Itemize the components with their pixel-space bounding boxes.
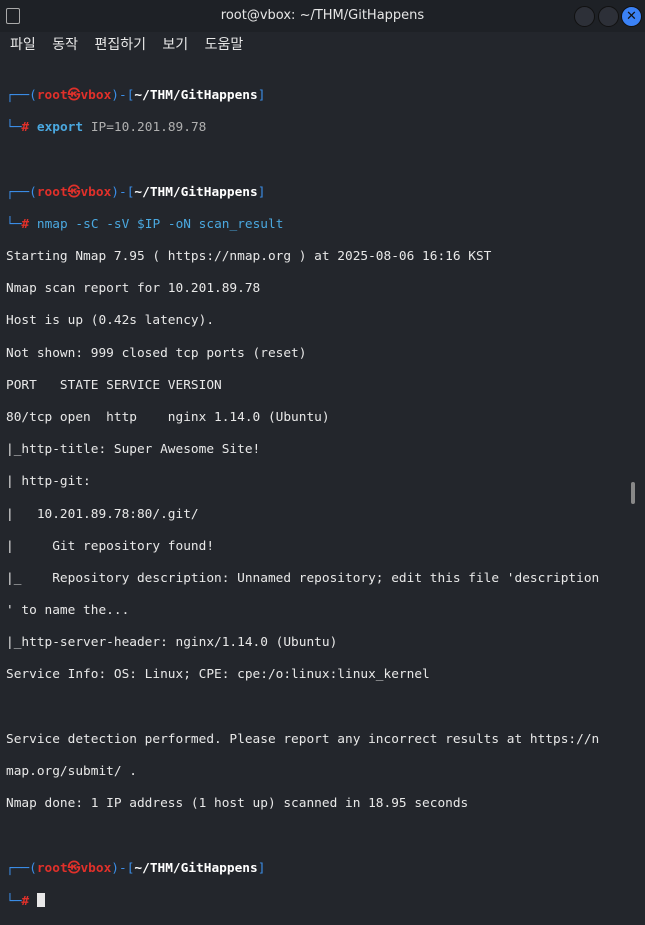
input-line[interactable]: └─# [6, 892, 631, 909]
output-line: | http-git: [6, 474, 99, 490]
output-line: Starting Nmap 7.95 ( https://nmap.org ) … [6, 249, 492, 265]
terminal-output[interactable]: ┌──(root㉿vbox)-[~/THM/GitHappens] └─# ex… [6, 72, 631, 925]
window-title: root@vbox: ~/THM/GitHappens [220, 8, 425, 23]
prompt-line: ┌──(root㉿vbox)-[~/THM/GitHappens] [6, 184, 266, 200]
output-line: Service Info: OS: Linux; CPE: cpe:/o:lin… [6, 667, 430, 683]
output-line: | Git repository found! [6, 538, 215, 554]
output-line: map.org/submit/ . [6, 764, 137, 780]
output-line: Nmap scan report for 10.201.89.78 [6, 281, 261, 297]
cursor [36, 892, 45, 907]
menu-edit[interactable]: 편집하기 [94, 37, 146, 53]
output-line: PORT STATE SERVICE VERSION [6, 377, 222, 393]
prompt-line: ┌──(root㉿vbox)-[~/THM/GitHappens] [6, 88, 266, 104]
output-line: Not shown: 999 closed tcp ports (reset) [6, 345, 307, 361]
output-line: 80/tcp open http nginx 1.14.0 (Ubuntu) [6, 409, 330, 425]
maximize-button[interactable] [598, 6, 619, 27]
output-line: Host is up (0.42s latency). [6, 313, 215, 329]
menu-actions[interactable]: 동작 [52, 37, 78, 53]
prompt-line: ┌──(root㉿vbox)-[~/THM/GitHappens] [6, 860, 266, 876]
output-line: Nmap done: 1 IP address (1 host up) scan… [6, 796, 469, 812]
menu-file[interactable]: 파일 [10, 37, 36, 53]
close-button[interactable]: ✕ [621, 6, 642, 27]
menu-bar: 파일 동작 편집하기 보기 도움말 [0, 32, 645, 58]
minimize-button[interactable] [574, 6, 595, 27]
menu-help[interactable]: 도움말 [205, 37, 244, 53]
output-line: ' to name the... [6, 603, 130, 619]
scrollbar[interactable] [631, 482, 635, 504]
output-line: |_http-title: Super Awesome Site! [6, 442, 261, 458]
title-bar: root@vbox: ~/THM/GitHappens ✕ [0, 0, 645, 32]
output-line: Service detection performed. Please repo… [6, 731, 600, 747]
menu-view[interactable]: 보기 [162, 37, 188, 53]
output-line: |_ Repository description: Unnamed repos… [6, 570, 600, 586]
output-line: | 10.201.89.78:80/.git/ [6, 506, 199, 522]
output-line: |_http-server-header: nginx/1.14.0 (Ubun… [6, 635, 338, 651]
command-line: └─# nmap -sC -sV $IP -oN scan_result [6, 216, 284, 232]
command-line: └─# export IP=10.201.89.78 [6, 120, 207, 136]
